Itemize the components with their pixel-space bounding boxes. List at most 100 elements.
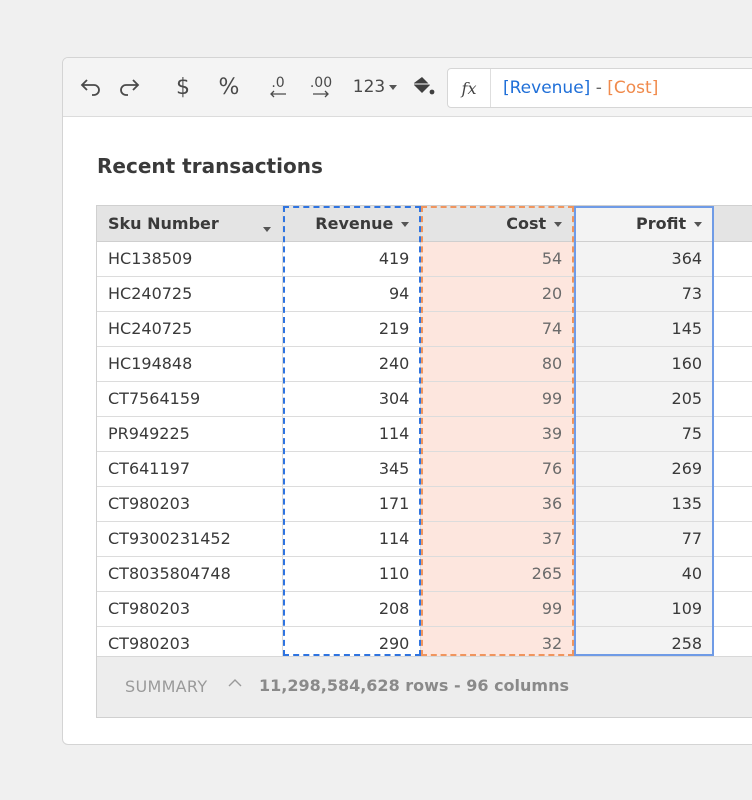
revenue-cell[interactable]: 208 xyxy=(282,591,422,627)
empty-cell[interactable] xyxy=(713,591,752,627)
chevron-down-icon xyxy=(389,84,398,90)
table-row[interactable]: CT7564159 304 99 205 xyxy=(97,381,752,417)
cost-cell[interactable]: 99 xyxy=(420,591,575,627)
formula-expression[interactable]: [Revenue] - [Cost] xyxy=(503,78,658,98)
redo-icon[interactable] xyxy=(117,72,141,102)
empty-cell[interactable] xyxy=(713,416,752,452)
table-header-row: Sku Number Revenue Cost Profit xyxy=(97,206,752,242)
empty-cell[interactable] xyxy=(713,381,752,417)
revenue-cell[interactable]: 240 xyxy=(282,346,422,382)
table-row[interactable]: CT8035804748 110 265 40 xyxy=(97,556,752,592)
cost-cell[interactable]: 99 xyxy=(420,381,575,417)
sku-cell[interactable]: CT980203 xyxy=(97,591,284,627)
chevron-down-icon[interactable] xyxy=(694,221,703,227)
decrease-decimal-label: .0 xyxy=(271,75,285,91)
cost-cell[interactable]: 36 xyxy=(420,486,575,522)
table-row[interactable]: HC138509 419 54 364 xyxy=(97,241,752,277)
column-header-label: Cost xyxy=(506,213,547,233)
revenue-cell[interactable]: 171 xyxy=(282,486,422,522)
summary-bar: SUMMARY 11,298,584,628 rows - 96 columns xyxy=(97,656,752,717)
increase-decimal-label: .00 xyxy=(309,75,333,91)
revenue-cell[interactable]: 114 xyxy=(282,416,422,452)
sku-cell[interactable]: CT980203 xyxy=(97,486,284,522)
profit-cell[interactable]: 73 xyxy=(573,276,715,312)
cost-cell[interactable]: 37 xyxy=(420,521,575,557)
column-header-profit[interactable]: Profit xyxy=(573,206,715,242)
page-title: Recent transactions xyxy=(97,154,323,178)
cost-cell[interactable]: 76 xyxy=(420,451,575,487)
currency-format-button[interactable]: $ xyxy=(171,72,195,102)
cost-cell[interactable]: 265 xyxy=(420,556,575,592)
spreadsheet-window: $ % .0 .00 123 fx [Revenue] - [Cost] Rec… xyxy=(62,57,752,745)
table-row[interactable]: CT9300231452 114 37 77 xyxy=(97,521,752,557)
increase-decimal-button[interactable]: .00 xyxy=(305,72,337,102)
revenue-cell[interactable]: 345 xyxy=(282,451,422,487)
sku-cell[interactable]: PR949225 xyxy=(97,416,284,452)
sku-cell[interactable]: HC138509 xyxy=(97,241,284,277)
summary-info: 11,298,584,628 rows - 96 columns xyxy=(259,676,570,695)
empty-cell[interactable] xyxy=(713,486,752,522)
cost-cell[interactable]: 54 xyxy=(420,241,575,277)
empty-cell[interactable] xyxy=(713,241,752,277)
revenue-cell[interactable]: 110 xyxy=(282,556,422,592)
revenue-cell[interactable]: 219 xyxy=(282,311,422,347)
table-row[interactable]: CT641197 345 76 269 xyxy=(97,451,752,487)
summary-label[interactable]: SUMMARY xyxy=(125,677,207,696)
sku-cell[interactable]: HC240725 xyxy=(97,276,284,312)
profit-cell[interactable]: 205 xyxy=(573,381,715,417)
number-format-dropdown[interactable]: 123 xyxy=(349,72,401,102)
formula-ref-cost: [Cost] xyxy=(607,78,659,98)
table-row[interactable]: HC240725 219 74 145 xyxy=(97,311,752,347)
profit-cell[interactable]: 160 xyxy=(573,346,715,382)
profit-cell[interactable]: 75 xyxy=(573,416,715,452)
chevron-down-icon[interactable] xyxy=(554,221,563,227)
empty-cell[interactable] xyxy=(713,521,752,557)
column-header-label: Profit xyxy=(635,213,687,233)
decrease-decimal-button[interactable]: .0 xyxy=(263,72,293,102)
profit-cell[interactable]: 109 xyxy=(573,591,715,627)
revenue-cell[interactable]: 114 xyxy=(282,521,422,557)
chevron-up-icon[interactable] xyxy=(227,675,243,691)
sku-cell[interactable]: CT9300231452 xyxy=(97,521,284,557)
revenue-cell[interactable]: 94 xyxy=(282,276,422,312)
sku-cell[interactable]: CT641197 xyxy=(97,451,284,487)
profit-cell[interactable]: 77 xyxy=(573,521,715,557)
profit-cell[interactable]: 145 xyxy=(573,311,715,347)
revenue-cell[interactable]: 419 xyxy=(282,241,422,277)
table-row[interactable]: HC240725 94 20 73 xyxy=(97,276,752,312)
profit-cell[interactable]: 269 xyxy=(573,451,715,487)
empty-cell[interactable] xyxy=(713,451,752,487)
table-row[interactable]: HC194848 240 80 160 xyxy=(97,346,752,382)
sku-cell[interactable]: CT7564159 xyxy=(97,381,284,417)
table-row[interactable]: PR949225 114 39 75 xyxy=(97,416,752,452)
sku-cell[interactable]: HC240725 xyxy=(97,311,284,347)
column-header-cost[interactable]: Cost xyxy=(420,206,575,242)
cost-cell[interactable]: 39 xyxy=(420,416,575,452)
column-header-revenue[interactable]: Revenue xyxy=(282,206,422,242)
profit-cell[interactable]: 40 xyxy=(573,556,715,592)
undo-icon[interactable] xyxy=(79,72,103,102)
sku-cell[interactable]: CT8035804748 xyxy=(97,556,284,592)
table-row[interactable]: CT980203 171 36 135 xyxy=(97,486,752,522)
formula-operator: - xyxy=(590,78,608,98)
empty-cell[interactable] xyxy=(713,311,752,347)
cost-cell[interactable]: 74 xyxy=(420,311,575,347)
empty-cell[interactable] xyxy=(713,276,752,312)
profit-cell[interactable]: 364 xyxy=(573,241,715,277)
column-header-sku[interactable]: Sku Number xyxy=(97,206,284,242)
percent-format-button[interactable]: % xyxy=(213,72,245,102)
empty-cell[interactable] xyxy=(713,556,752,592)
formula-ref-revenue: [Revenue] xyxy=(503,78,591,98)
empty-cell[interactable] xyxy=(713,346,752,382)
cost-cell[interactable]: 20 xyxy=(420,276,575,312)
column-header-empty xyxy=(713,206,752,242)
cost-cell[interactable]: 80 xyxy=(420,346,575,382)
chevron-down-icon[interactable] xyxy=(401,221,410,227)
chevron-down-icon[interactable] xyxy=(263,226,272,232)
profit-cell[interactable]: 135 xyxy=(573,486,715,522)
revenue-cell[interactable]: 304 xyxy=(282,381,422,417)
formula-bar[interactable]: fx [Revenue] - [Cost] xyxy=(447,68,752,108)
paint-bucket-icon[interactable] xyxy=(409,72,437,102)
sku-cell[interactable]: HC194848 xyxy=(97,346,284,382)
table-row[interactable]: CT980203 208 99 109 xyxy=(97,591,752,627)
